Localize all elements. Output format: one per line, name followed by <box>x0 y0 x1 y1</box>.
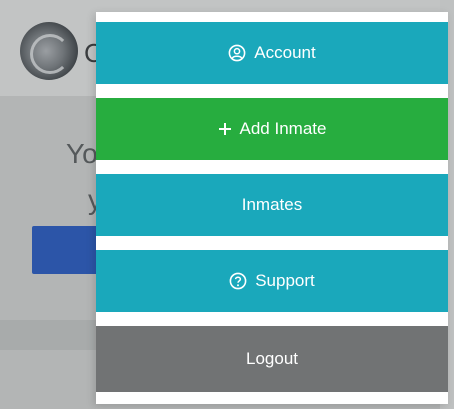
menu-item-inmates-label: Inmates <box>241 195 303 214</box>
app-logo <box>20 22 78 80</box>
menu-item-support-label: Support <box>255 271 315 290</box>
page: C Yo y Account Add Inmate Inmates Suppor… <box>0 0 454 409</box>
menu-item-logout-label: Logout <box>246 349 298 368</box>
menu-item-add-inmate[interactable]: Add Inmate <box>96 98 448 160</box>
user-circle-icon <box>228 44 246 62</box>
menu-item-support[interactable]: Support <box>96 250 448 312</box>
menu-item-logout[interactable]: Logout <box>96 326 448 392</box>
question-circle-icon <box>229 272 247 290</box>
menu-item-inmates[interactable]: Inmates <box>96 174 448 236</box>
plus-icon <box>218 122 232 136</box>
menu-item-account-label: Account <box>254 43 316 62</box>
menu-item-account[interactable]: Account <box>96 22 448 84</box>
user-dropdown-menu: Account Add Inmate Inmates Support Logou… <box>96 12 448 404</box>
background-text-line1: Yo <box>66 138 98 169</box>
menu-item-add-inmate-label: Add Inmate <box>239 119 327 138</box>
